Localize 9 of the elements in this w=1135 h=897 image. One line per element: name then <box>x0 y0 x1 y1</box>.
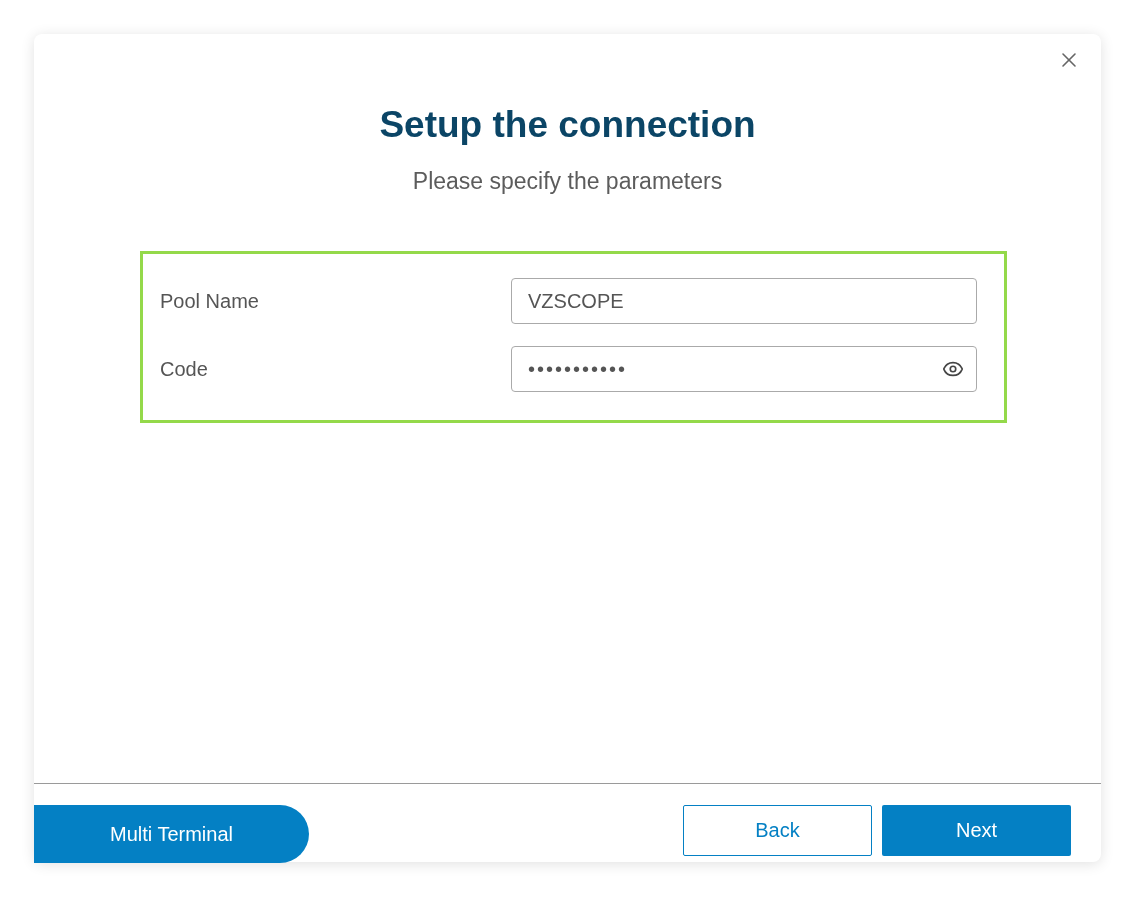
dialog-title: Setup the connection <box>378 104 757 146</box>
field-label: Pool Name <box>160 289 259 313</box>
input-field[interactable]: ••••••••••• <box>511 346 977 392</box>
mode-button[interactable]: Multi Terminal <box>34 805 309 863</box>
field-label: Code <box>160 357 208 381</box>
dialog-subtitle: Please specify the parameters <box>411 168 724 195</box>
back-button[interactable]: Back <box>683 805 872 856</box>
next-button[interactable]: Next <box>882 805 1071 856</box>
input-field[interactable]: VZSCOPE <box>511 278 977 324</box>
